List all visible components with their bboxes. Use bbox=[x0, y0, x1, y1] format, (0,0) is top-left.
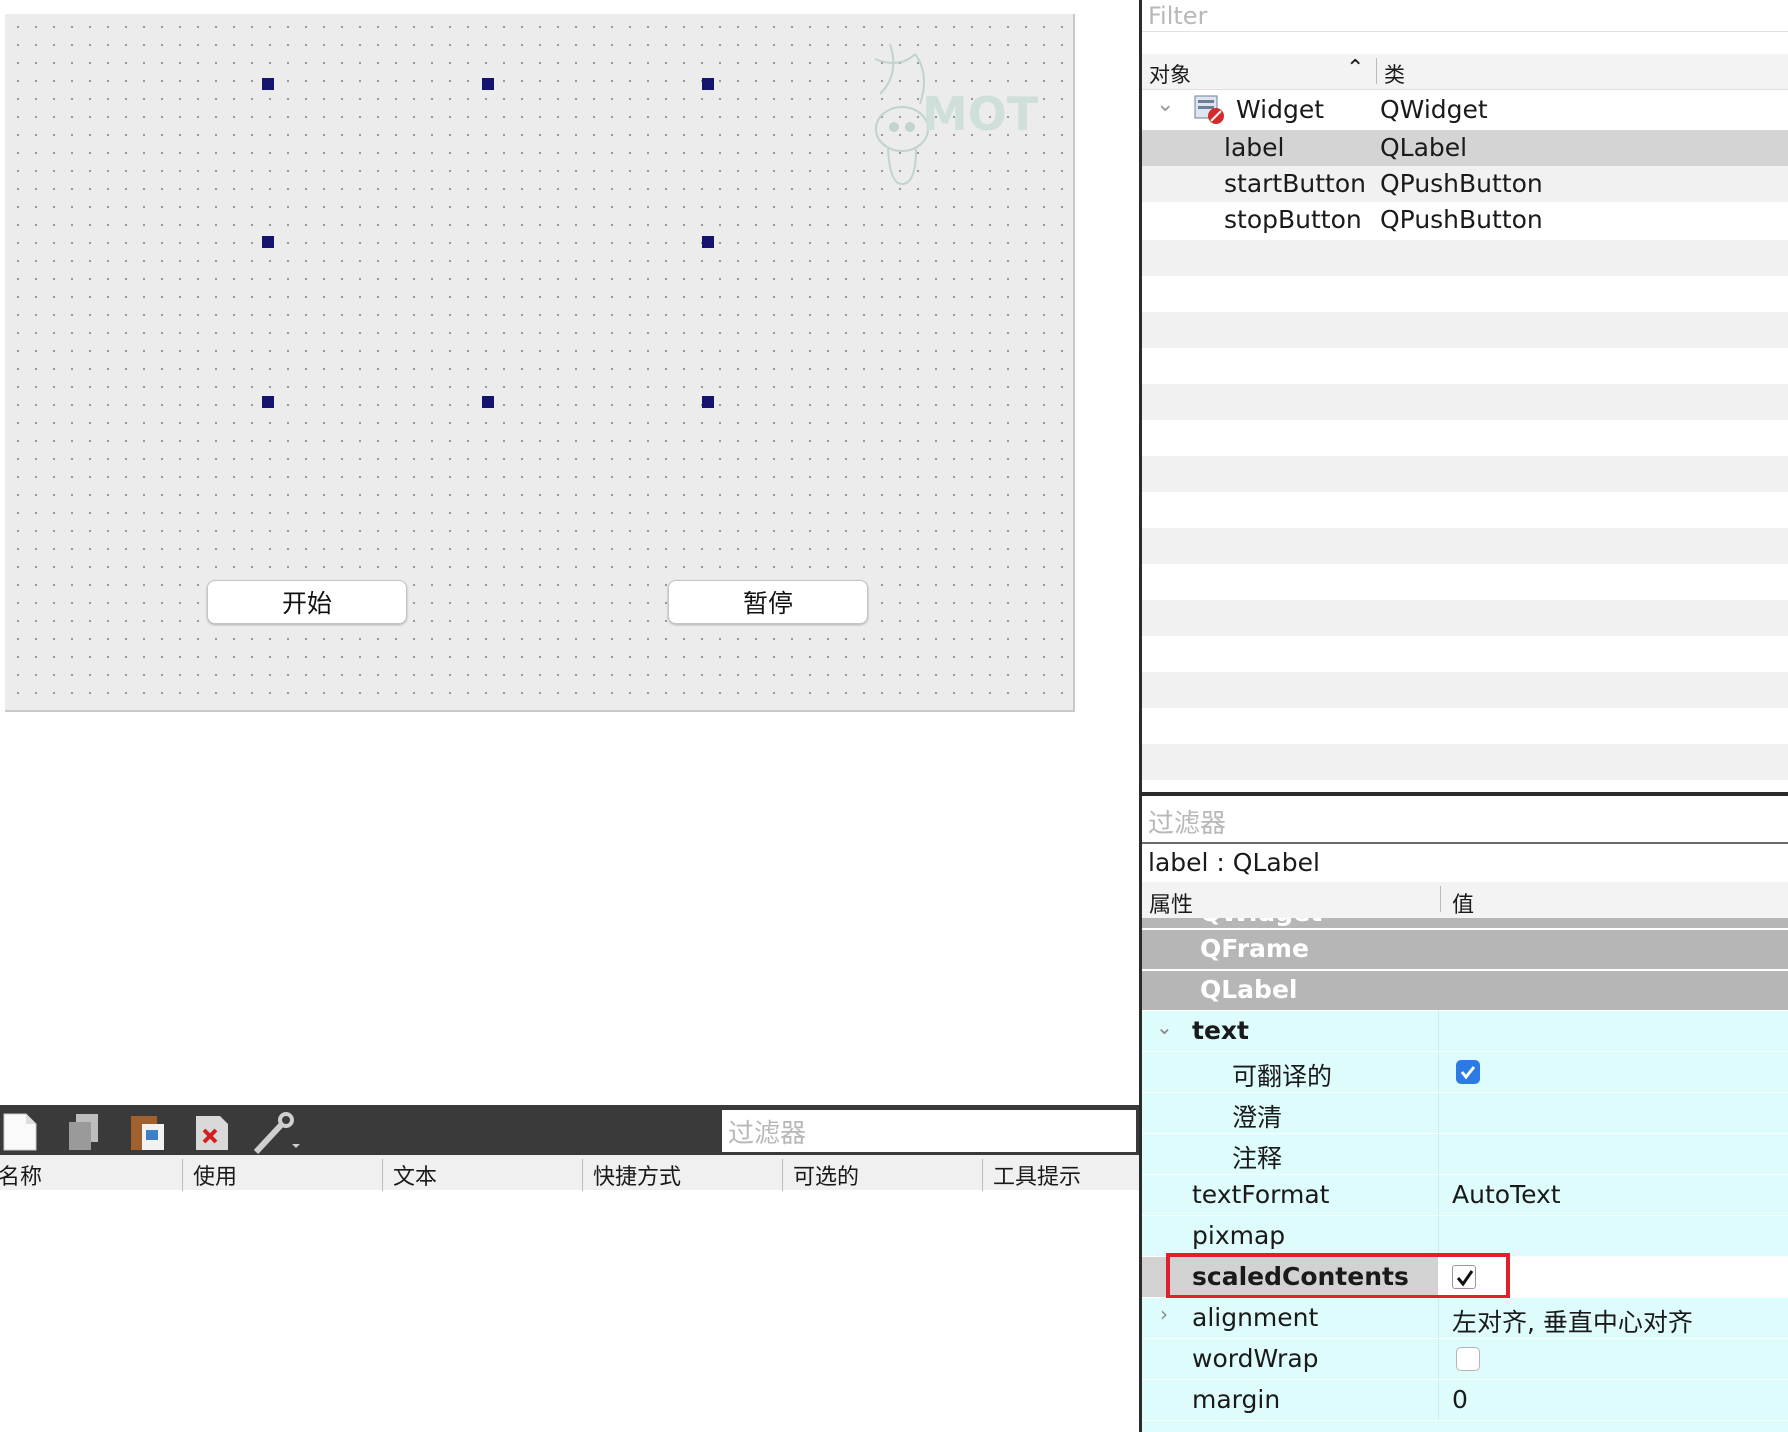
class-group-qwidget[interactable]: QWidget bbox=[1142, 918, 1788, 928]
column-divider bbox=[1376, 58, 1377, 84]
resize-handle-bottom[interactable] bbox=[482, 396, 494, 408]
object-class: QPushButton bbox=[1380, 205, 1543, 234]
object-class: QWidget bbox=[1380, 95, 1488, 124]
column-header-text[interactable]: 文本 bbox=[382, 1159, 437, 1191]
column-divider bbox=[1440, 886, 1441, 912]
property-filter-input[interactable]: 过滤器 bbox=[1142, 800, 1788, 844]
column-header-tooltip[interactable]: 工具提示 bbox=[982, 1159, 1081, 1191]
copy-action-icon[interactable] bbox=[66, 1112, 102, 1152]
highlight-box bbox=[1166, 1253, 1510, 1299]
wordwrap-checkbox[interactable] bbox=[1456, 1347, 1480, 1371]
column-header-object[interactable]: 对象 bbox=[1149, 59, 1191, 89]
property-row-margin[interactable]: margin 0 bbox=[1142, 1380, 1788, 1421]
resize-handle-top-left[interactable] bbox=[262, 78, 274, 90]
object-inspector-header: 对象 ⌃ 类 bbox=[1142, 54, 1788, 90]
property-row-textformat[interactable]: textFormat AutoText bbox=[1142, 1175, 1788, 1216]
sort-up-icon[interactable]: ⌃ bbox=[1346, 56, 1364, 81]
resize-handle-bottom-left[interactable] bbox=[262, 396, 274, 408]
chevron-down-icon[interactable]: ⌄ bbox=[1156, 1015, 1173, 1039]
object-name: Widget bbox=[1236, 95, 1325, 124]
property-row-alignment[interactable]: › alignment 左对齐, 垂直中心对齐 bbox=[1142, 1298, 1788, 1339]
property-row-text[interactable]: ⌄ text bbox=[1142, 1011, 1788, 1052]
new-action-icon[interactable] bbox=[2, 1112, 38, 1152]
delete-action-icon[interactable] bbox=[194, 1112, 230, 1152]
column-header-value[interactable]: 值 bbox=[1452, 887, 1474, 919]
object-class: QPushButton bbox=[1380, 169, 1543, 198]
object-name: label bbox=[1224, 133, 1285, 162]
resize-handle-bottom-right[interactable] bbox=[702, 396, 714, 408]
wrench-settings-icon[interactable] bbox=[252, 1112, 302, 1156]
object-class: QLabel bbox=[1380, 133, 1468, 162]
horizontal-splitter[interactable] bbox=[1142, 792, 1788, 796]
chevron-right-icon[interactable]: › bbox=[1160, 1302, 1168, 1326]
form-canvas[interactable]: MOT 开始 暂停 bbox=[5, 14, 1075, 712]
object-name: startButton bbox=[1224, 169, 1366, 198]
property-table-header: 属性 值 bbox=[1142, 882, 1788, 919]
resize-handle-top[interactable] bbox=[482, 78, 494, 90]
class-group-qlabel[interactable]: QLabel bbox=[1142, 971, 1788, 1010]
start-button[interactable]: 开始 bbox=[207, 580, 407, 624]
column-header-name[interactable]: 名称 bbox=[0, 1159, 42, 1191]
column-header-checkable[interactable]: 可选的 bbox=[782, 1159, 859, 1191]
chevron-down-icon[interactable]: ⌄ bbox=[1156, 92, 1174, 117]
watermark-text: MOT bbox=[922, 87, 1039, 141]
action-filter-input[interactable]: 过滤器 bbox=[722, 1110, 1136, 1152]
action-table-header: 名称 使用 文本 快捷方式 可选的 工具提示 bbox=[0, 1155, 1139, 1191]
object-row-widget[interactable]: ⌄ Widget QWidget bbox=[1142, 92, 1788, 128]
column-header-shortcut[interactable]: 快捷方式 bbox=[582, 1159, 681, 1191]
object-filter-input[interactable]: Filter bbox=[1142, 0, 1788, 32]
object-name: stopButton bbox=[1224, 205, 1362, 234]
property-row-disambiguation[interactable]: 澄清 bbox=[1142, 1093, 1788, 1134]
resize-handle-right[interactable] bbox=[702, 236, 714, 248]
column-header-class[interactable]: 类 bbox=[1384, 59, 1405, 89]
class-group-qframe[interactable]: QFrame bbox=[1142, 930, 1788, 969]
resize-handle-left[interactable] bbox=[262, 236, 274, 248]
property-row-wordwrap[interactable]: wordWrap bbox=[1142, 1339, 1788, 1380]
object-row-stopbutton[interactable]: stopButton QPushButton bbox=[1142, 202, 1788, 238]
paste-action-icon[interactable] bbox=[128, 1112, 168, 1152]
property-row-pixmap[interactable]: pixmap bbox=[1142, 1216, 1788, 1257]
checkmark-icon bbox=[1460, 1066, 1476, 1080]
object-row-label[interactable]: label QLabel bbox=[1142, 130, 1788, 166]
resize-handle-top-right[interactable] bbox=[702, 78, 714, 90]
property-row-comment[interactable]: 注释 bbox=[1142, 1134, 1788, 1175]
property-table-bottom bbox=[1142, 1421, 1788, 1432]
widget-form-icon bbox=[1194, 95, 1224, 124]
property-editor-object-title: label : QLabel bbox=[1148, 848, 1320, 877]
translatable-checkbox[interactable] bbox=[1456, 1060, 1480, 1084]
property-row-scaledcontents[interactable]: scaledContents bbox=[1142, 1253, 1788, 1299]
mot-logo-watermark: MOT bbox=[874, 43, 1039, 186]
property-row-translatable[interactable]: 可翻译的 bbox=[1142, 1052, 1788, 1093]
column-header-property[interactable]: 属性 bbox=[1149, 887, 1193, 919]
stop-button[interactable]: 暂停 bbox=[668, 580, 868, 624]
column-header-used[interactable]: 使用 bbox=[182, 1159, 237, 1191]
object-row-startbutton[interactable]: startButton QPushButton bbox=[1142, 166, 1788, 202]
